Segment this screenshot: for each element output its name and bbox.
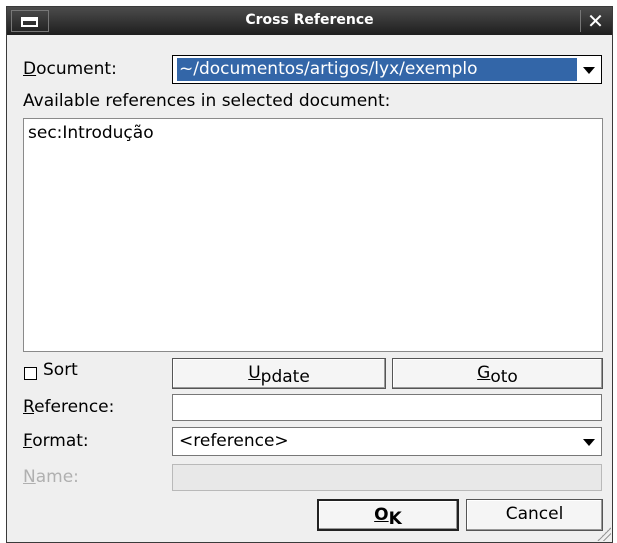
sort-label: Sort [43, 360, 78, 380]
window-title: Cross Reference [245, 12, 374, 28]
name-input [172, 464, 602, 491]
close-icon: ✕ [587, 9, 604, 33]
chevron-down-icon[interactable] [583, 439, 595, 446]
reference-label: Reference: [23, 397, 115, 417]
format-label: Format: [23, 431, 89, 451]
close-button[interactable]: ✕ [580, 10, 610, 32]
document-label: Document: [23, 59, 117, 79]
document-select[interactable]: ~/documentos/artigos/lyx/exemplo [172, 55, 602, 84]
ok-button[interactable]: OK [317, 499, 459, 531]
resize-grip-icon[interactable] [597, 527, 611, 541]
title-bar[interactable]: Cross Reference ✕ [7, 7, 612, 35]
cross-reference-dialog: Cross Reference ✕ Document: ~/documentos… [6, 6, 613, 543]
update-button[interactable]: Update [172, 358, 386, 389]
references-list[interactable]: sec:Introdução [23, 118, 603, 352]
format-select-value: <reference> [179, 431, 289, 451]
cancel-button[interactable]: Cancel [466, 499, 603, 531]
sort-checkbox[interactable] [24, 367, 37, 380]
format-select[interactable]: <reference> [172, 427, 602, 456]
chevron-down-icon[interactable] [583, 67, 595, 74]
name-label: Name: [23, 467, 79, 487]
document-select-value: ~/documentos/artigos/lyx/exemplo [179, 59, 478, 79]
goto-button[interactable]: Goto [392, 358, 603, 389]
list-item[interactable]: sec:Introdução [28, 123, 154, 143]
reference-input[interactable] [172, 394, 602, 421]
references-heading: Available references in selected documen… [23, 91, 391, 111]
